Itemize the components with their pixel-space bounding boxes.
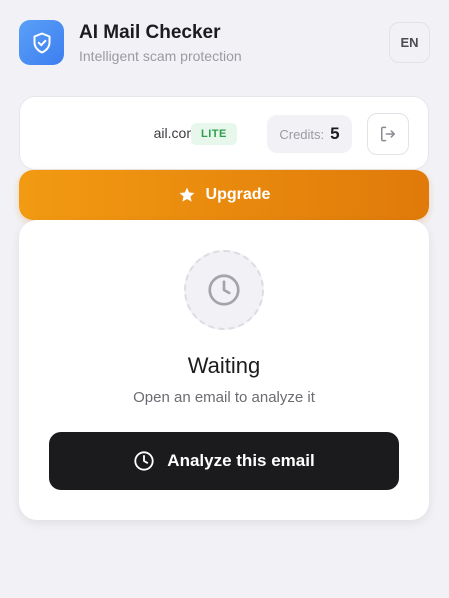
clock-icon	[208, 274, 240, 306]
account-card: ail.com LITE Credits: 5	[19, 96, 429, 170]
account-email: ail.com	[153, 125, 198, 141]
status-message: Open an email to analyze it	[133, 389, 315, 406]
logout-button[interactable]	[367, 113, 409, 155]
credits-display: Credits: 5	[267, 115, 352, 153]
star-icon	[179, 187, 194, 202]
logout-icon	[381, 126, 395, 142]
analyze-email-button[interactable]: Analyze this email	[49, 432, 399, 490]
language-button[interactable]: EN	[389, 22, 430, 63]
app-subtitle: Intelligent scam protection	[79, 48, 242, 64]
upgrade-button[interactable]: Upgrade	[19, 170, 429, 220]
status-icon-container	[184, 250, 264, 330]
upgrade-label: Upgrade	[205, 186, 271, 203]
header: AI Mail Checker Intelligent scam protect…	[19, 20, 430, 66]
shield-check-icon	[19, 20, 64, 65]
clock-icon	[134, 451, 154, 471]
app-title: AI Mail Checker	[79, 22, 221, 43]
credits-label: Credits:	[279, 126, 325, 142]
credits-value: 5	[330, 124, 340, 143]
analyze-label: Analyze this email	[167, 451, 315, 470]
plan-badge: LITE	[191, 123, 237, 145]
status-card: Waiting Open an email to analyze it Anal…	[19, 220, 429, 520]
app-window: AI Mail Checker Intelligent scam protect…	[0, 0, 449, 598]
status-title: Waiting	[187, 353, 261, 378]
